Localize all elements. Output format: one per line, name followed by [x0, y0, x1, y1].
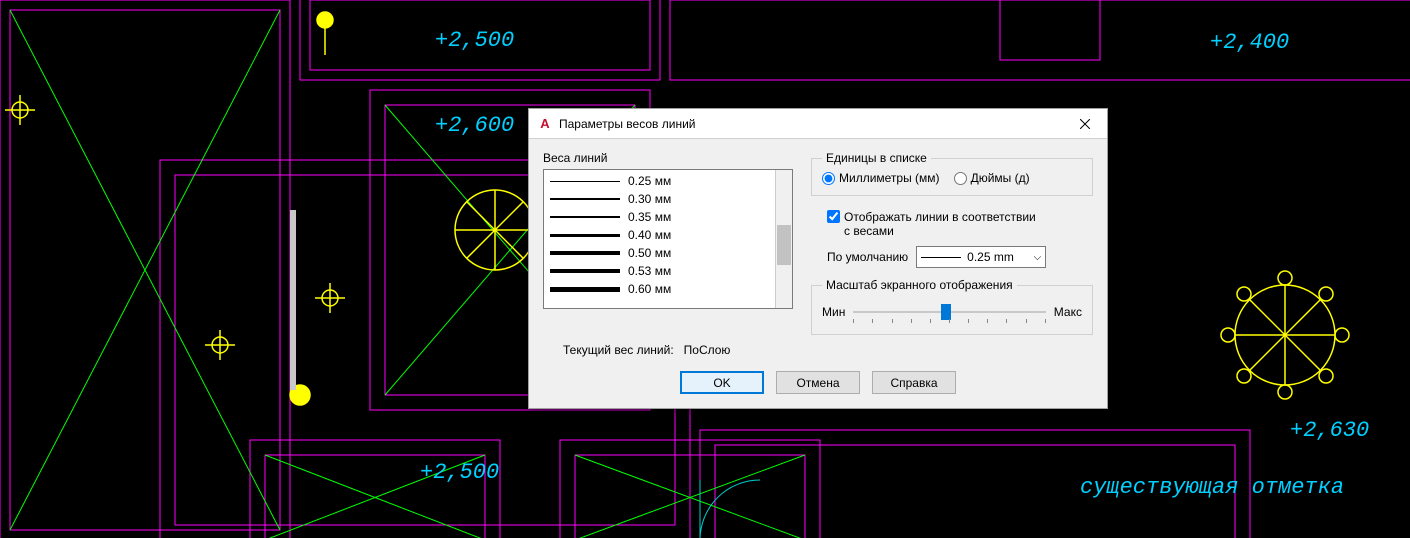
lineweight-item-label: 0.53 мм	[628, 264, 671, 278]
slider-max-label: Макс	[1054, 305, 1082, 319]
radio-inches[interactable]: Дюймы (д)	[954, 171, 1030, 185]
note-label: существующая отметка	[1080, 475, 1344, 500]
elevation-label: +2,400	[1210, 30, 1289, 55]
lineweight-item-label: 0.50 мм	[628, 246, 671, 260]
elevation-label: +2,600	[435, 113, 514, 138]
autocad-icon: A	[537, 116, 553, 132]
lineweight-item[interactable]: 0.50 мм	[544, 244, 775, 262]
dialog-title: Параметры весов линий	[559, 117, 1063, 131]
lineweight-item-label: 0.25 мм	[628, 174, 671, 188]
lineweight-item[interactable]: 0.25 мм	[544, 172, 775, 190]
elevation-label: +2,500	[420, 460, 499, 485]
ok-button[interactable]: OK	[680, 371, 764, 394]
dialog-titlebar[interactable]: A Параметры весов линий	[529, 109, 1107, 139]
chevron-down-icon: ⌵	[1034, 252, 1042, 263]
lineweight-settings-dialog: A Параметры весов линий Веса линий 0.25 …	[528, 108, 1108, 409]
radio-inches-label: Дюймы (д)	[971, 171, 1030, 185]
slider-thumb[interactable]	[941, 304, 951, 320]
lineweight-item[interactable]: 0.53 мм	[544, 262, 775, 280]
radio-mm-label: Миллиметры (мм)	[839, 171, 940, 185]
radio-mm[interactable]: Миллиметры (мм)	[822, 171, 940, 185]
lineweight-item-label: 0.35 мм	[628, 210, 671, 224]
lineweight-item-label: 0.40 мм	[628, 228, 671, 242]
listbox-scrollbar[interactable]	[775, 170, 792, 308]
combo-line-sample	[921, 257, 961, 258]
lineweight-item-label: 0.30 мм	[628, 192, 671, 206]
scrollbar-thumb[interactable]	[777, 225, 791, 265]
lineweight-item[interactable]: 0.60 мм	[544, 280, 775, 298]
scale-legend: Масштаб экранного отображения	[822, 278, 1017, 292]
display-lineweight-label: Отображать линии в соответствии с весами	[844, 210, 1044, 238]
close-icon	[1080, 119, 1090, 129]
radio-inches-input[interactable]	[954, 172, 967, 185]
slider-min-label: Мин	[822, 305, 845, 319]
lineweights-label: Веса линий	[543, 151, 793, 165]
radio-mm-input[interactable]	[822, 172, 835, 185]
help-button[interactable]: Справка	[872, 371, 956, 394]
default-label: По умолчанию	[827, 250, 908, 264]
display-scale-slider[interactable]	[853, 300, 1045, 324]
current-lineweight-value: ПоСлою	[684, 343, 731, 357]
default-lineweight-combo[interactable]: 0.25 mm ⌵	[916, 246, 1046, 268]
current-lineweight-label: Текущий вес линий:	[563, 343, 674, 357]
display-lineweight-checkbox[interactable]	[827, 210, 840, 223]
lineweight-item[interactable]: 0.35 мм	[544, 208, 775, 226]
elevation-label: +2,500	[435, 28, 514, 53]
scale-fieldset: Масштаб экранного отображения Мин Макс	[811, 278, 1093, 335]
cancel-button[interactable]: Отмена	[776, 371, 860, 394]
lineweight-item-label: 0.60 мм	[628, 282, 671, 296]
lineweight-item[interactable]: 0.30 мм	[544, 190, 775, 208]
units-legend: Единицы в списке	[822, 151, 931, 165]
lineweights-listbox[interactable]: 0.25 мм 0.30 мм 0.35 мм 0.40 мм 0.50 мм …	[543, 169, 793, 309]
units-fieldset: Единицы в списке Миллиметры (мм) Дюймы (…	[811, 151, 1093, 196]
lineweight-item[interactable]: 0.40 мм	[544, 226, 775, 244]
combo-value: 0.25 mm	[967, 250, 1014, 264]
close-button[interactable]	[1063, 109, 1107, 139]
elevation-label: +2,630	[1290, 418, 1369, 443]
